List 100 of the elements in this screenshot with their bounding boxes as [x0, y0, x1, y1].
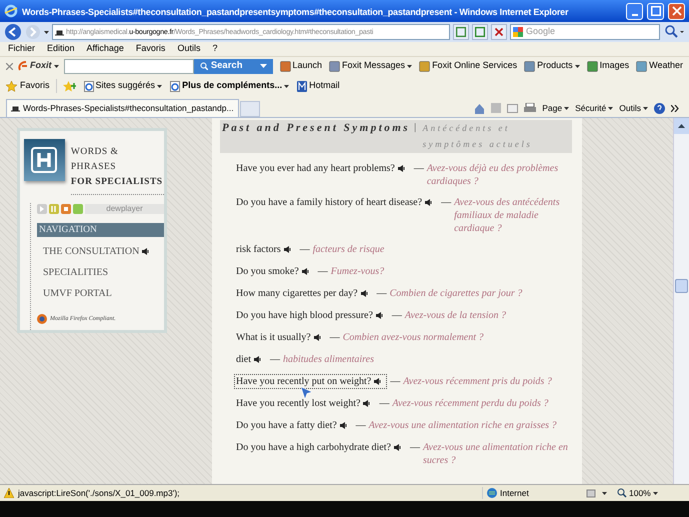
toolbar-search-field[interactable] [64, 58, 194, 74]
dash-separator: — [356, 419, 366, 432]
menu-item[interactable]: ? [212, 42, 218, 56]
dash-separator: — [376, 287, 387, 300]
dash-separator: — [410, 441, 420, 454]
phrase-french: Combien avez-vous normalement ? [342, 331, 485, 344]
favorites-link[interactable]: Hotmail [297, 79, 340, 93]
scroll-thumb[interactable] [675, 279, 688, 293]
search-button[interactable]: Search [194, 58, 272, 74]
phrase-french: Fumez-vous? [330, 265, 386, 278]
phrase-english[interactable]: Do you have a fatty diet? [234, 418, 353, 433]
favorites-link[interactable]: Plus de compléments... [170, 79, 290, 93]
zoom-icon [617, 488, 627, 498]
caret-icon [260, 64, 266, 68]
zoom-control[interactable]: 100% [617, 486, 658, 500]
phrase-english[interactable]: Do you have a high carbohydrate diet? [234, 440, 407, 455]
menu-item[interactable]: Outils [177, 42, 200, 56]
phrase-english[interactable]: diet [234, 352, 267, 367]
caret-icon [54, 64, 58, 68]
phrase-french: Avez-vous une alimentation riche en graisses ? [368, 419, 558, 432]
heading-english: Past and Present Symptoms [222, 121, 410, 136]
dash-separator: — [390, 375, 400, 388]
phrase-french: Avez-vous récemment pris du poids ? [403, 375, 553, 388]
phrase-english[interactable]: What is it usually? [234, 330, 327, 345]
close-button[interactable] [668, 2, 685, 20]
nav-link[interactable]: SPECIALITIES [37, 265, 164, 279]
command-menu[interactable]: Page [542, 102, 570, 114]
maximize-icon [650, 6, 660, 16]
app-icon [524, 60, 536, 72]
dash-separator: — [441, 196, 452, 209]
globe-icon [37, 314, 47, 324]
menu-item[interactable]: Favoris [136, 42, 166, 56]
brand-text: WORDS & PHRASES [70, 146, 120, 174]
web-page-icon [170, 80, 180, 92]
caret-icon [284, 84, 290, 88]
browser-tab[interactable]: Words-Phrases-Specialists#theconsultation_pastandp... [6, 99, 239, 117]
phrase-french: Avez-vous de la tension ? [404, 309, 508, 322]
window-title: Words-Phrases-Specialists#theconsultation_pastandpresentsymptoms#theconsultation_pastandpresent - Windows Internet Explorer [22, 7, 568, 17]
menu-item[interactable]: Edition [47, 42, 75, 56]
star-icon [6, 80, 17, 92]
speaker-icon [314, 334, 322, 341]
phrase-french: Avez-vous récemment perdu du poids ? [392, 397, 550, 410]
favorites-link[interactable]: Sites suggérés [84, 79, 162, 93]
dash-separator: — [414, 162, 424, 175]
phrase-english[interactable]: risk factors [234, 242, 297, 257]
add-favorite-icon [62, 80, 76, 92]
menu-item[interactable]: Affichage [86, 42, 124, 56]
dash-separator: — [392, 309, 402, 322]
navigation-heading: NAVIGATION [37, 223, 164, 237]
caret-icon [157, 84, 162, 88]
speaker-icon [363, 400, 372, 407]
phrase-english[interactable]: Have you recently lost weight? [234, 396, 376, 411]
search-icon [663, 24, 685, 40]
nav-link[interactable]: THE CONSULTATION [37, 244, 164, 258]
toolbar-item[interactable]: Foxit Messages [329, 59, 412, 73]
menu-item[interactable]: Fichier [8, 42, 36, 56]
security-zone: Internet [500, 486, 529, 500]
phrase-english[interactable]: Do you have high blood pressure? [234, 308, 389, 323]
favorites-button[interactable]: Favoris [6, 79, 57, 93]
maximize-button[interactable] [647, 2, 664, 20]
nav-link[interactable]: UMVF PORTAL [37, 286, 164, 300]
speaker-icon [254, 356, 262, 363]
caret-icon [574, 64, 580, 68]
pause-icon [49, 204, 59, 214]
close-icon [6, 62, 13, 70]
minimize-button[interactable] [626, 2, 643, 20]
brand-label[interactable]: Foxit [30, 59, 52, 73]
chevron-icon [671, 104, 679, 112]
caret-icon [602, 492, 607, 494]
phrase-english[interactable]: Do you have a family history of heart disease? [234, 195, 438, 210]
player-label: dewplayer [106, 204, 143, 214]
flame-logo-icon [18, 61, 28, 71]
app-icon [586, 60, 598, 72]
command-menu[interactable]: Outils [619, 102, 648, 114]
home-icon [474, 102, 486, 114]
toolbar-item[interactable]: Products [524, 59, 580, 73]
stop-icon [61, 204, 71, 214]
mouse-pointer-icon [300, 386, 314, 400]
help-icon [654, 102, 665, 114]
phrase-french: habitudes alimentaires [283, 353, 376, 366]
dash-separator: — [379, 397, 390, 410]
phrase-english[interactable]: Do you smoke? [234, 264, 315, 279]
toolbar-item[interactable]: Foxit Online Services [419, 59, 518, 73]
phrase-english[interactable]: Have you ever had any heart problems? [234, 161, 411, 176]
toolbar-item[interactable]: Images [586, 59, 630, 73]
dash-separator: — [330, 331, 340, 344]
play-icon [37, 204, 47, 214]
phrase-french: facteurs de risque [312, 243, 386, 256]
phrase-french: Combien de cigarettes par jour ? [390, 287, 524, 300]
scroll-up-button[interactable] [674, 118, 689, 134]
scrollbar[interactable] [673, 118, 689, 484]
phrase-english[interactable]: How many cigarettes per day? [234, 286, 374, 301]
speaker-icon [394, 444, 402, 451]
toolbar-item[interactable]: Weather [636, 59, 683, 73]
phrase-english[interactable]: Have you recently put on weight? [234, 374, 388, 389]
browser-logo-icon [4, 4, 18, 18]
command-menu[interactable]: Sécurité [575, 102, 614, 114]
web-page-icon [84, 80, 94, 92]
warning-icon [4, 488, 14, 498]
toolbar-item[interactable]: Launch [280, 59, 322, 73]
